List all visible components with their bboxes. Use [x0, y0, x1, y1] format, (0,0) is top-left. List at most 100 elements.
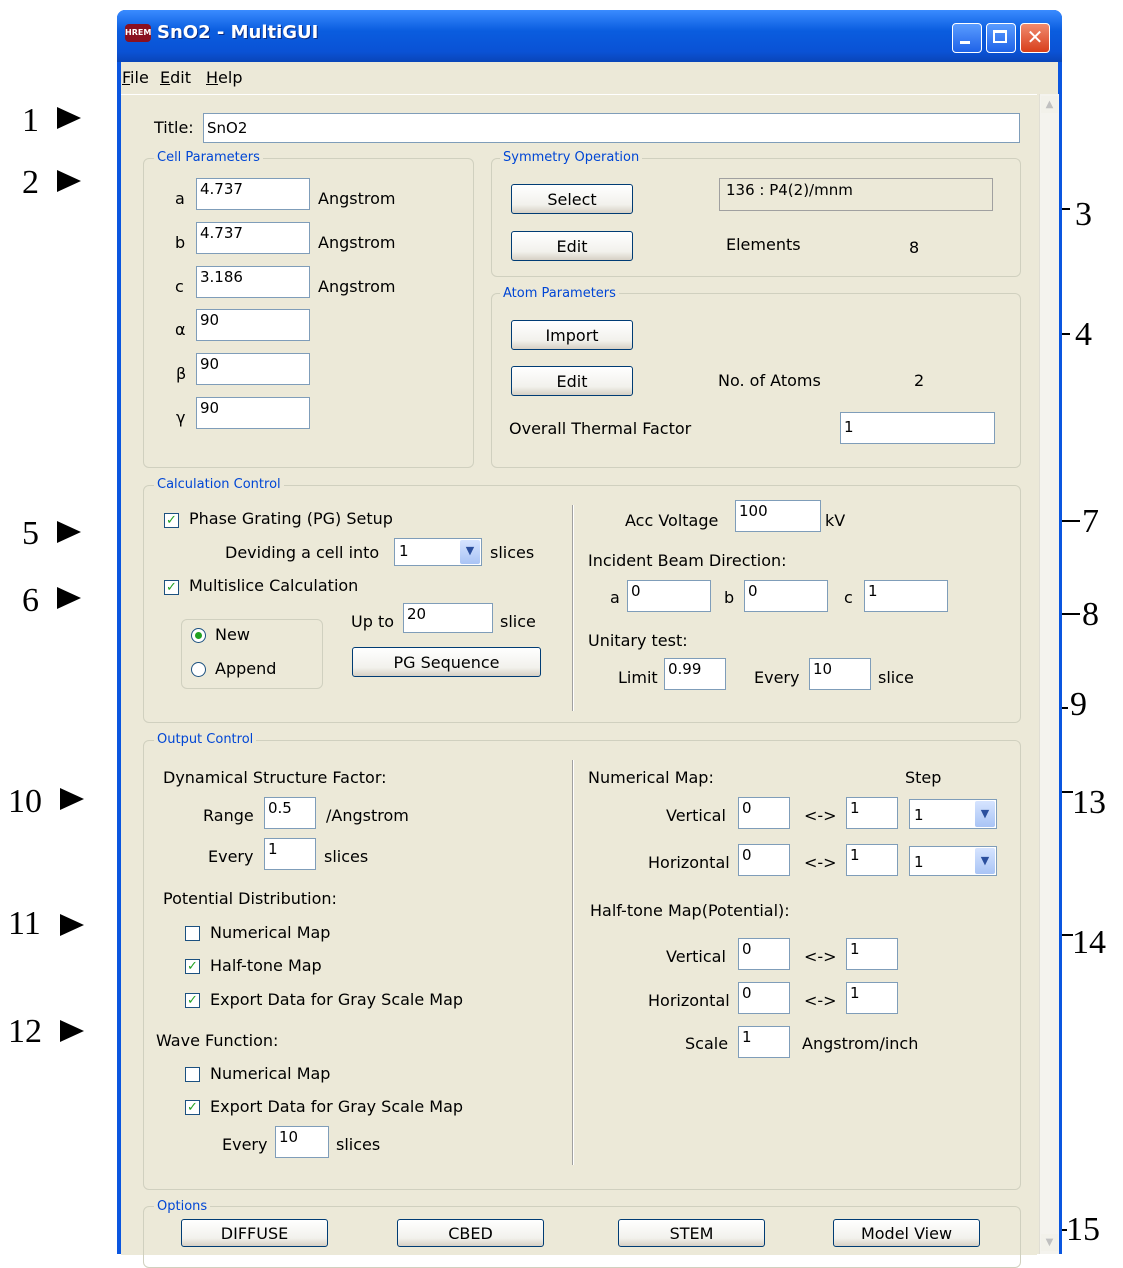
- slices-per-cell-value: 1: [399, 542, 409, 560]
- pg-sequence-button[interactable]: PG Sequence: [352, 647, 541, 677]
- close-button[interactable]: ✕: [1020, 23, 1050, 53]
- callout-7: 7: [1082, 503, 1099, 540]
- up-to-label: Up to: [351, 612, 395, 631]
- ht-vertical-arrow: <->: [804, 947, 837, 966]
- cbed-button[interactable]: CBED: [397, 1219, 544, 1247]
- ht-horizontal-label: Horizontal: [648, 991, 730, 1010]
- ht-horizontal-from[interactable]: 0: [738, 982, 790, 1014]
- cell-c-input[interactable]: 3.186: [196, 266, 310, 298]
- scale-label: Scale: [685, 1034, 729, 1053]
- wave-export-checkbox[interactable]: ✓: [185, 1100, 200, 1115]
- range-label: Range: [203, 806, 254, 825]
- atom-count-value: 2: [914, 371, 925, 390]
- wave-every-input[interactable]: 10: [275, 1126, 329, 1158]
- nm-vertical-to[interactable]: 1: [846, 797, 898, 829]
- menu-help[interactable]: Help: [206, 68, 242, 87]
- new-label: New: [215, 625, 250, 644]
- callout-13: 13: [1072, 784, 1106, 821]
- acc-voltage-input[interactable]: 100: [735, 500, 821, 532]
- app-icon: HREM: [125, 24, 151, 42]
- callout-6: 6: [22, 582, 39, 619]
- cell-beta-label: β: [176, 364, 187, 383]
- cell-gamma-label: γ: [176, 408, 186, 427]
- dsf-every-input[interactable]: 1: [264, 838, 316, 870]
- menu-edit[interactable]: Edit: [160, 68, 191, 87]
- nm-vertical-from[interactable]: 0: [738, 797, 790, 829]
- nm-horizontal-arrow: <->: [804, 853, 837, 872]
- chevron-down-icon[interactable]: ▼: [975, 801, 995, 827]
- dsf-label: Dynamical Structure Factor:: [163, 768, 387, 787]
- dsf-every-unit: slices: [324, 847, 369, 866]
- potential-halftone-checkbox[interactable]: ✓: [185, 959, 200, 974]
- append-radio[interactable]: [191, 662, 206, 677]
- nm-vertical-step-select[interactable]: 1 ▼: [909, 799, 997, 829]
- multislice-checkbox[interactable]: ✓: [164, 580, 179, 595]
- model-view-button[interactable]: Model View: [833, 1219, 980, 1247]
- potential-numerical-label: Numerical Map: [210, 923, 331, 942]
- chevron-down-icon[interactable]: ▼: [975, 848, 995, 874]
- multislice-label: Multislice Calculation: [189, 576, 359, 595]
- potential-export-checkbox[interactable]: ✓: [185, 993, 200, 1008]
- cell-c-label: c: [175, 277, 184, 296]
- nm-horizontal-from[interactable]: 0: [738, 844, 790, 876]
- every-input[interactable]: 10: [809, 658, 871, 690]
- slices-unit-label: slices: [490, 543, 535, 562]
- cell-beta-input[interactable]: 90: [196, 353, 310, 385]
- dir-b-input[interactable]: 0: [744, 580, 828, 612]
- wave-numerical-checkbox[interactable]: [185, 1067, 200, 1082]
- chevron-down-icon[interactable]: ▼: [460, 540, 480, 564]
- callout-10: 10: [8, 783, 42, 820]
- nm-horizontal-to[interactable]: 1: [846, 844, 898, 876]
- dir-a-input[interactable]: 0: [627, 580, 711, 612]
- thermal-factor-input[interactable]: 1: [840, 412, 995, 444]
- pg-setup-checkbox[interactable]: ✓: [164, 513, 179, 528]
- cell-alpha-input[interactable]: 90: [196, 309, 310, 341]
- window-client-area: File Edit Help ▲ ▼ Title: SnO2 Cell Para…: [121, 62, 1059, 1268]
- options-label: Options: [154, 1199, 211, 1214]
- maximize-button[interactable]: [986, 23, 1016, 53]
- limit-label: Limit: [618, 668, 658, 687]
- scroll-down-icon[interactable]: ▼: [1041, 1234, 1058, 1251]
- title-input[interactable]: SnO2: [203, 113, 1020, 143]
- atom-edit-button[interactable]: Edit: [511, 366, 633, 396]
- scale-input[interactable]: 1: [738, 1026, 790, 1058]
- vertical-scrollbar[interactable]: ▲ ▼: [1039, 94, 1059, 1254]
- dir-c-input[interactable]: 1: [864, 580, 948, 612]
- ht-vertical-from[interactable]: 0: [738, 938, 790, 970]
- limit-input[interactable]: 0.99: [664, 658, 726, 690]
- stem-button[interactable]: STEM: [618, 1219, 765, 1247]
- unitary-test-label: Unitary test:: [588, 631, 688, 650]
- cell-b-input[interactable]: 4.737: [196, 222, 310, 254]
- cell-a-input[interactable]: 4.737: [196, 178, 310, 210]
- atom-import-button[interactable]: Import: [511, 320, 633, 350]
- ht-horizontal-to[interactable]: 1: [846, 982, 898, 1014]
- nm-horizontal-step-select[interactable]: 1 ▼: [909, 846, 997, 876]
- form-content: Title: SnO2 Cell Parameters a 4.737 Angs…: [121, 94, 1037, 1268]
- maximize-icon: [993, 30, 1007, 43]
- dir-b-label: b: [724, 588, 735, 607]
- symmetry-select-button[interactable]: Select: [511, 184, 633, 214]
- potential-numerical-checkbox: [185, 926, 200, 941]
- new-radio[interactable]: [191, 628, 206, 643]
- callout-arrow-5: [57, 521, 81, 543]
- up-to-input[interactable]: 20: [403, 603, 493, 633]
- ht-vertical-to[interactable]: 1: [846, 938, 898, 970]
- step-label: Step: [905, 768, 942, 787]
- diffuse-button[interactable]: DIFFUSE: [181, 1219, 328, 1247]
- window-title: SnO2 - MultiGUI: [157, 22, 319, 43]
- callout-4: 4: [1075, 316, 1092, 353]
- menu-bar: File Edit Help: [121, 62, 1058, 92]
- scale-unit: Angstrom/inch: [802, 1034, 919, 1053]
- minimize-button[interactable]: [952, 23, 982, 53]
- symmetry-edit-button[interactable]: Edit: [511, 231, 633, 261]
- menu-file[interactable]: File: [122, 68, 149, 87]
- range-input[interactable]: 0.5: [264, 797, 316, 829]
- cell-c-unit: Angstrom: [318, 277, 396, 296]
- callout-arrow-11: [60, 914, 84, 936]
- title-bar[interactable]: HREM SnO2 - MultiGUI ✕: [117, 10, 1062, 62]
- scroll-up-icon[interactable]: ▲: [1041, 96, 1058, 113]
- slices-per-cell-select[interactable]: 1 ▼: [394, 538, 482, 566]
- cell-gamma-input[interactable]: 90: [196, 397, 310, 429]
- nm-horizontal-label: Horizontal: [648, 853, 730, 872]
- every-unit: slice: [878, 668, 914, 687]
